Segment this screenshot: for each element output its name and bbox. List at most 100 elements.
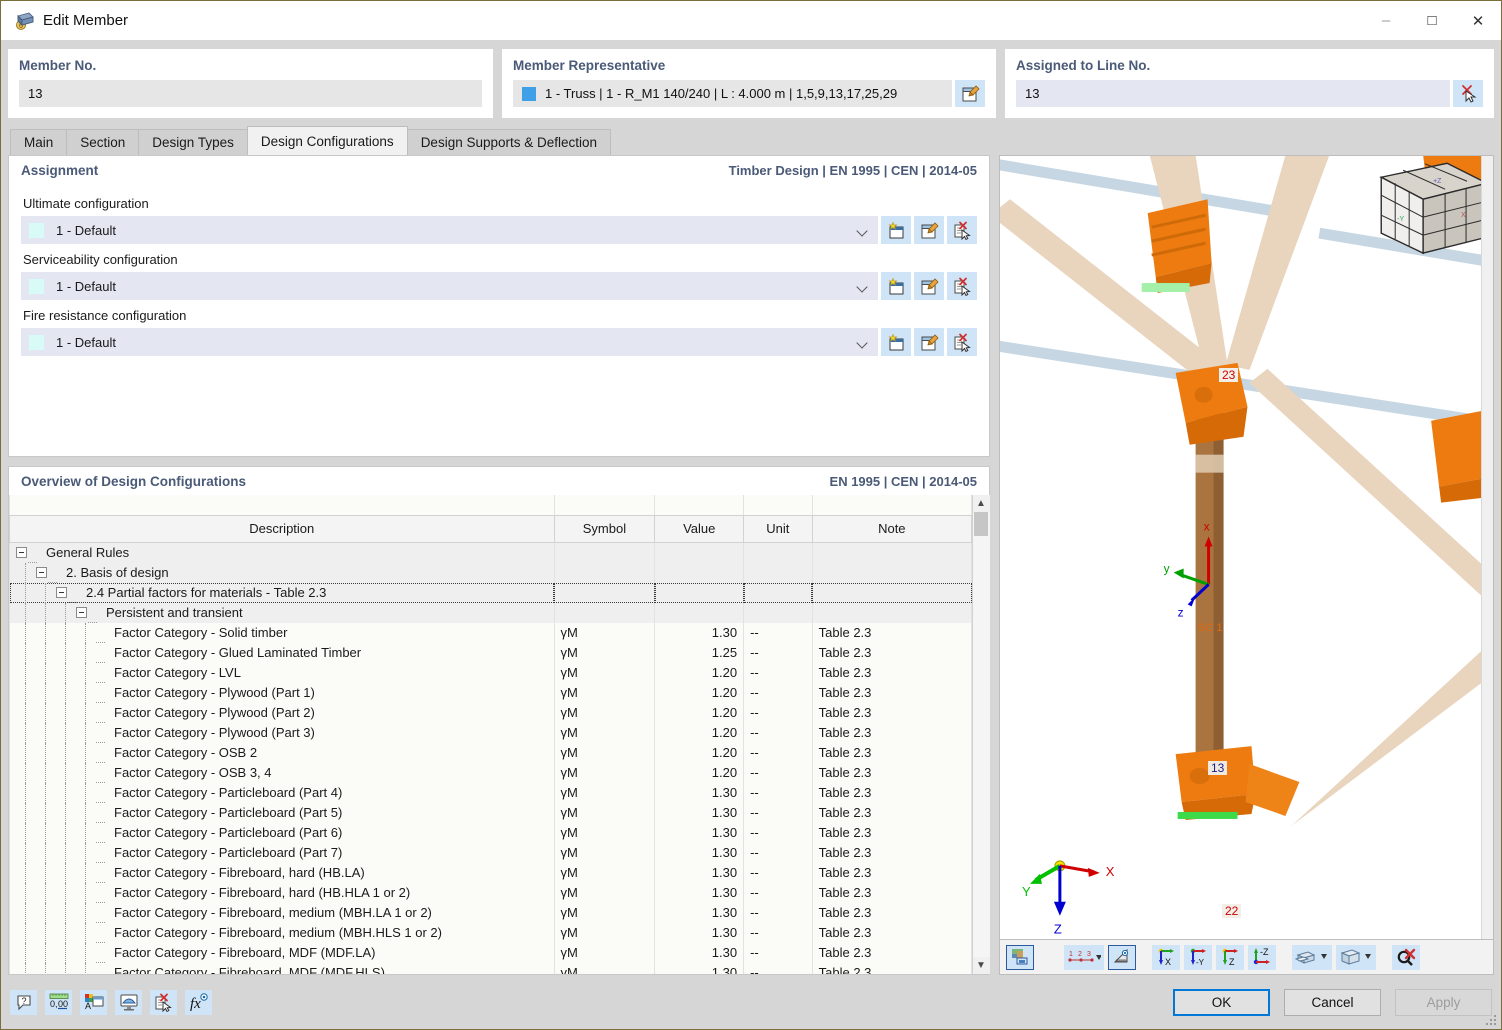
table-row[interactable]: Factor Category - Plywood (Part 1) γM 1.20… bbox=[9, 682, 972, 703]
row-description[interactable]: Factor Category - Fibreboard, hard (HB.H… bbox=[9, 882, 555, 903]
model-viewport[interactable]: +Z -Y X x y z X Y Z 23 22 13 SC 1 bbox=[999, 155, 1494, 940]
table-row[interactable]: Factor Category - Fibreboard, hard (HB.L… bbox=[9, 862, 972, 883]
edit-configuration-icon[interactable] bbox=[914, 272, 944, 300]
maximize-button[interactable]: □ bbox=[1409, 2, 1455, 40]
delete-configuration-icon[interactable] bbox=[947, 272, 977, 300]
edit-properties-icon[interactable] bbox=[955, 80, 985, 107]
tree-group-cell[interactable]: General Rules bbox=[9, 542, 555, 563]
help-icon[interactable]: ? bbox=[10, 989, 37, 1015]
table-row[interactable]: Factor Category - Solid timber γM 1.30 -- Ta… bbox=[9, 622, 972, 643]
table-vertical-scrollbar[interactable]: ▲ ▼ bbox=[972, 495, 990, 974]
row-description[interactable]: Factor Category - Plywood (Part 3) bbox=[9, 722, 555, 743]
tab-design-configurations[interactable]: Design Configurations bbox=[246, 126, 408, 155]
row-description[interactable]: Factor Category - Particleboard (Part 5) bbox=[9, 802, 555, 823]
table-row[interactable]: Factor Category - Fibreboard, medium (MB… bbox=[9, 922, 972, 943]
row-description[interactable]: Factor Category - Plywood (Part 2) bbox=[9, 702, 555, 723]
clear-selection-icon[interactable] bbox=[1392, 944, 1420, 970]
tree-group-row[interactable]: 2. Basis of design bbox=[9, 562, 972, 583]
view-in-x-icon[interactable]: X bbox=[1152, 944, 1180, 970]
row-value[interactable]: 1.20 bbox=[654, 762, 745, 783]
scroll-thumb[interactable] bbox=[973, 512, 988, 536]
row-value[interactable]: 1.30 bbox=[654, 882, 745, 903]
view-in-z-icon[interactable]: Z bbox=[1216, 944, 1244, 970]
table-row[interactable]: Factor Category - OSB 3, 4 γM 1.20 -- Table … bbox=[9, 762, 972, 783]
column-header-symbol[interactable]: Symbol bbox=[553, 515, 656, 543]
row-value[interactable]: 1.30 bbox=[654, 962, 745, 974]
edit-configuration-icon[interactable] bbox=[914, 216, 944, 244]
view-in-minus-y-icon[interactable]: -Y bbox=[1184, 944, 1212, 970]
chevron-down-icon[interactable] bbox=[857, 225, 868, 236]
row-value[interactable]: 1.30 bbox=[654, 862, 745, 883]
row-description[interactable]: Factor Category - Fibreboard, hard (HB.L… bbox=[9, 862, 555, 883]
row-description[interactable]: Factor Category - Fibreboard, medium (MB… bbox=[9, 902, 555, 923]
comment-delete-icon[interactable] bbox=[150, 989, 177, 1015]
member-no-input[interactable]: 13 bbox=[19, 80, 482, 107]
row-value[interactable]: 1.20 bbox=[654, 662, 745, 683]
table-row[interactable]: Factor Category - Plywood (Part 3) γM 1.20… bbox=[9, 722, 972, 743]
ok-button[interactable]: OK bbox=[1173, 988, 1270, 1016]
row-value[interactable]: 1.25 bbox=[654, 642, 745, 663]
resize-grip[interactable] bbox=[1485, 1014, 1498, 1027]
row-description[interactable]: Factor Category - Particleboard (Part 7) bbox=[9, 842, 555, 863]
row-description[interactable]: Factor Category - Solid timber bbox=[9, 622, 555, 643]
edit-configuration-icon[interactable] bbox=[914, 328, 944, 356]
tree-group-cell[interactable]: 2.4 Partial factors for materials - Tabl… bbox=[9, 582, 555, 603]
table-row[interactable]: Factor Category - Fibreboard, MDF (MDF.H… bbox=[9, 962, 972, 974]
row-description[interactable]: Factor Category - Plywood (Part 1) bbox=[9, 682, 555, 703]
cancel-button[interactable]: Cancel bbox=[1284, 988, 1381, 1016]
row-value[interactable]: 1.30 bbox=[654, 922, 745, 943]
row-description[interactable]: Factor Category - Fibreboard, MDF (MDF.L… bbox=[9, 942, 555, 963]
column-header-note[interactable]: Note bbox=[811, 515, 972, 543]
model-view-icon[interactable] bbox=[1336, 944, 1376, 970]
new-configuration-icon[interactable] bbox=[881, 272, 911, 300]
assigned-line-input[interactable]: 13 bbox=[1016, 80, 1450, 107]
row-description[interactable]: Factor Category - Fibreboard, medium (MB… bbox=[9, 922, 555, 943]
collapse-expander-icon[interactable] bbox=[36, 567, 47, 578]
row-value[interactable]: 1.30 bbox=[654, 942, 745, 963]
scroll-up-arrow-icon[interactable]: ▲ bbox=[972, 495, 990, 512]
view-settings-icon[interactable] bbox=[115, 989, 142, 1015]
delete-configuration-icon[interactable] bbox=[947, 216, 977, 244]
dimensions-icon[interactable] bbox=[1108, 944, 1136, 970]
delete-configuration-icon[interactable] bbox=[947, 328, 977, 356]
tab-main[interactable]: Main bbox=[10, 129, 68, 155]
collapse-expander-icon[interactable] bbox=[56, 587, 67, 598]
model-3d-scene[interactable]: +Z -Y X x y z X Y Z bbox=[1000, 156, 1493, 939]
formula-icon[interactable]: fx bbox=[185, 989, 212, 1015]
table-row[interactable]: Factor Category - Fibreboard, hard (HB.H… bbox=[9, 882, 972, 903]
row-value[interactable]: 1.30 bbox=[654, 842, 745, 863]
row-value[interactable]: 1.30 bbox=[654, 802, 745, 823]
tree-group-cell[interactable]: Persistent and transient bbox=[9, 602, 555, 623]
close-button[interactable]: ✕ bbox=[1455, 2, 1501, 40]
tree-group-row[interactable]: 2.4 Partial factors for materials - Tabl… bbox=[9, 582, 972, 603]
row-value[interactable]: 1.20 bbox=[654, 742, 745, 763]
scroll-track[interactable] bbox=[972, 512, 990, 957]
table-row[interactable]: Factor Category - Fibreboard, MDF (MDF.L… bbox=[9, 942, 972, 963]
row-description[interactable]: Factor Category - OSB 3, 4 bbox=[9, 762, 555, 783]
ultimate-configuration-select[interactable]: 1 - Default bbox=[21, 216, 878, 244]
render-mode-icon[interactable] bbox=[1006, 944, 1034, 970]
navigation-cube-icon[interactable]: +Z -Y X bbox=[1379, 162, 1490, 255]
tab-design-supports-deflection[interactable]: Design Supports & Deflection bbox=[406, 129, 612, 155]
row-value[interactable]: 1.30 bbox=[654, 902, 745, 923]
tab-section[interactable]: Section bbox=[66, 129, 140, 155]
viewport-scrollbar[interactable] bbox=[1481, 156, 1493, 939]
row-description[interactable]: Factor Category - Particleboard (Part 6) bbox=[9, 822, 555, 843]
new-configuration-icon[interactable] bbox=[881, 216, 911, 244]
fire-resistance-configuration-select[interactable]: 1 - Default bbox=[21, 328, 878, 356]
minimize-button[interactable]: – bbox=[1363, 2, 1409, 40]
display-mode-icon[interactable] bbox=[1292, 944, 1332, 970]
column-header-unit[interactable]: Unit bbox=[743, 515, 813, 543]
table-row[interactable]: Factor Category - Plywood (Part 2) γM 1.20… bbox=[9, 702, 972, 723]
units-decimal-places-icon[interactable]: 0, 00 bbox=[45, 989, 72, 1015]
pick-delete-icon[interactable] bbox=[1453, 80, 1483, 107]
serviceability-configuration-select[interactable]: 1 - Default bbox=[21, 272, 878, 300]
table-row[interactable]: Factor Category - LVL γM 1.20 -- Table 2.3 bbox=[9, 662, 972, 683]
row-description[interactable]: Factor Category - Particleboard (Part 4) bbox=[9, 782, 555, 803]
row-value[interactable]: 1.30 bbox=[654, 822, 745, 843]
row-value[interactable]: 1.30 bbox=[654, 622, 745, 643]
chevron-down-icon[interactable] bbox=[857, 281, 868, 292]
collapse-expander-icon[interactable] bbox=[76, 607, 87, 618]
chevron-down-icon[interactable] bbox=[857, 337, 868, 348]
row-value[interactable]: 1.20 bbox=[654, 722, 745, 743]
